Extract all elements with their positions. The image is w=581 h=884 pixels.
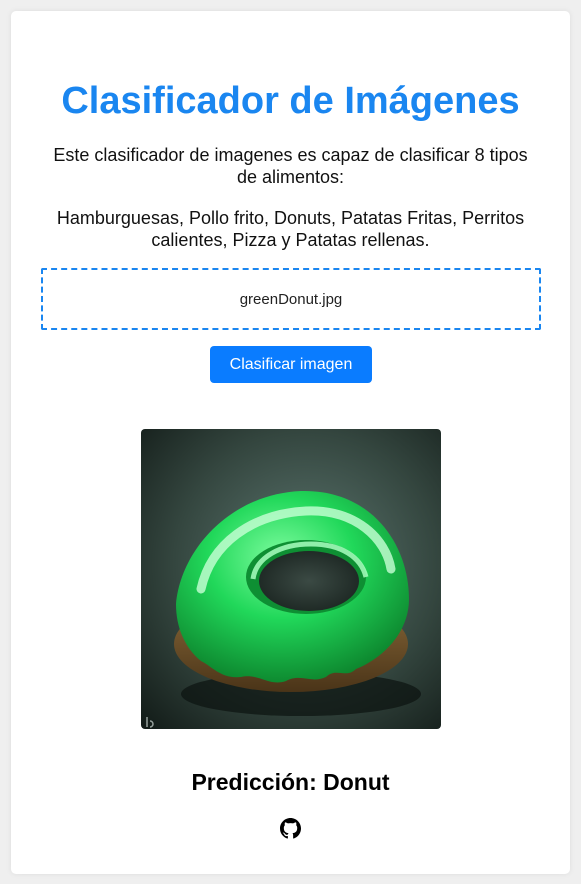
main-card: Clasificador de Imágenes Este clasificad… [11, 11, 570, 874]
food-list-text: Hamburguesas, Pollo frito, Donuts, Patat… [56, 208, 525, 250]
intro-text: Este clasificador de imagenes es capaz d… [53, 145, 528, 187]
donut-image [141, 429, 441, 729]
image-preview [141, 429, 441, 729]
page-title: Clasificador de Imágenes [61, 80, 520, 122]
prediction-result: Predicción: Donut [191, 769, 390, 795]
classify-button[interactable]: Clasificar imagen [210, 346, 372, 383]
file-dropzone[interactable]: greenDonut.jpg [41, 268, 541, 330]
github-icon[interactable] [280, 818, 301, 839]
selected-file-name: greenDonut.jpg [239, 290, 343, 308]
